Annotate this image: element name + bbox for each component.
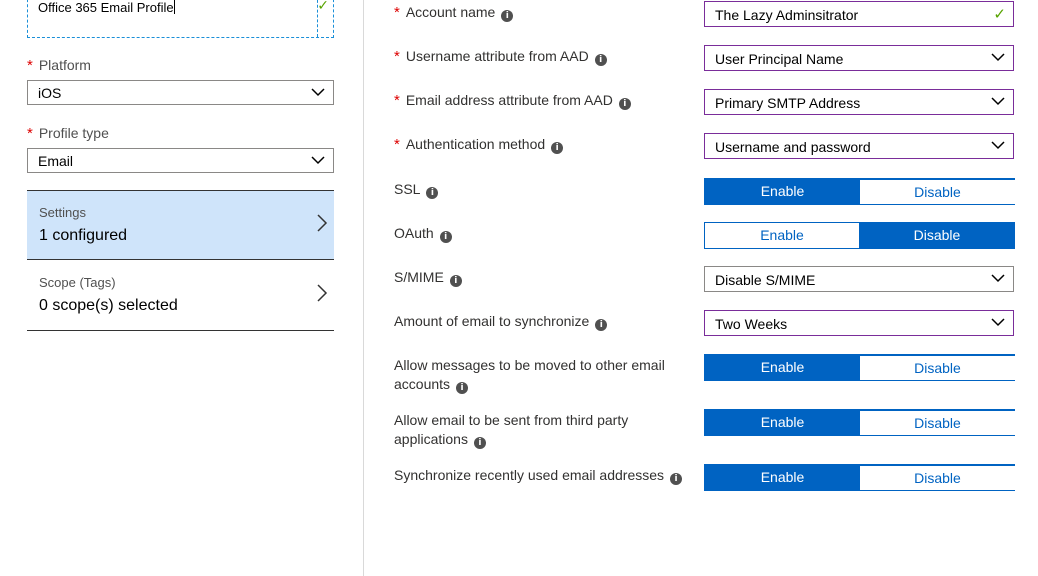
move-messages-label: Allow messages to be moved to other emai…: [394, 357, 665, 394]
smime-label: S/MIME i: [394, 268, 684, 287]
profile-type-select[interactable]: Email: [27, 148, 334, 173]
nav-item-value: 1 configured: [39, 227, 128, 244]
info-icon[interactable]: i: [426, 187, 439, 199]
required-asterisk: *: [27, 125, 33, 142]
username-attribute-value: User Principal Name: [715, 51, 844, 67]
platform-label: * Platform: [27, 57, 91, 74]
smime-select[interactable]: Disable S/MIME: [704, 266, 1014, 292]
email-attribute-select[interactable]: Primary SMTP Address: [704, 89, 1014, 115]
auth-method-value: Username and password: [715, 139, 871, 155]
info-icon[interactable]: i: [618, 98, 631, 110]
oauth-toggle[interactable]: Enable Disable: [704, 222, 1015, 249]
nav-item-value: 0 scope(s) selected: [39, 297, 178, 314]
ssl-enable-option[interactable]: Enable: [705, 179, 860, 204]
chevron-down-icon: [991, 318, 1005, 327]
info-icon[interactable]: i: [551, 142, 564, 154]
info-icon[interactable]: i: [595, 319, 608, 331]
sync-amount-label: Amount of email to synchronize i: [394, 312, 684, 331]
chevron-down-icon: [991, 141, 1005, 150]
profile-blade: Office 365 Email Profile ✓ * Platform iOS…: [0, 0, 364, 576]
chevron-right-icon: [317, 214, 328, 232]
valid-check-icon: ✓: [317, 0, 329, 13]
info-icon[interactable]: i: [456, 382, 469, 394]
auth-method-label: * Authentication method i: [394, 135, 684, 154]
profile-name-input[interactable]: Office 365 Email Profile ✓: [27, 0, 334, 38]
chevron-right-icon: [317, 284, 328, 302]
auth-method-select[interactable]: Username and password: [704, 133, 1014, 159]
ssl-disable-option[interactable]: Disable: [860, 179, 1015, 204]
ssl-label: SSL i: [394, 180, 684, 199]
sync-amount-select[interactable]: Two Weeks: [704, 310, 1014, 336]
account-name-label: * Account name i: [394, 3, 684, 22]
profile-name-value: Office 365 Email Profile: [38, 0, 174, 15]
oauth-enable-option[interactable]: Enable: [705, 223, 860, 248]
chevron-down-icon: [991, 53, 1005, 62]
third-party-label: Allow email to be sent from third party a…: [394, 412, 629, 449]
third-party-disable-option[interactable]: Disable: [860, 410, 1015, 435]
account-name-value: The Lazy Adminsitrator: [715, 7, 859, 23]
third-party-enable-option[interactable]: Enable: [705, 410, 860, 435]
ssl-toggle[interactable]: Enable Disable: [704, 178, 1015, 205]
info-icon[interactable]: i: [449, 275, 462, 287]
nav-item-settings[interactable]: Settings 1 configured: [27, 190, 334, 260]
sync-recent-toggle[interactable]: Enable Disable: [704, 464, 1015, 491]
info-icon[interactable]: i: [670, 473, 683, 485]
account-name-input[interactable]: The Lazy Adminsitrator ✓: [704, 1, 1014, 27]
third-party-toggle[interactable]: Enable Disable: [704, 409, 1015, 436]
nav-item-title: Settings: [39, 205, 86, 220]
move-messages-disable-option[interactable]: Disable: [860, 355, 1015, 380]
info-icon[interactable]: i: [473, 437, 486, 449]
sync-amount-value: Two Weeks: [715, 316, 788, 332]
chevron-down-icon: [991, 274, 1005, 283]
chevron-down-icon: [311, 156, 325, 165]
sync-recent-enable-option[interactable]: Enable: [705, 465, 860, 490]
info-icon[interactable]: i: [594, 54, 607, 66]
sync-recent-label: Synchronize recently used email addresse…: [394, 466, 694, 485]
oauth-label: OAuth i: [394, 224, 684, 243]
info-icon[interactable]: i: [501, 10, 514, 22]
profile-type-value: Email: [38, 153, 74, 169]
username-attribute-select[interactable]: User Principal Name: [704, 45, 1014, 71]
profile-type-label: * Profile type: [27, 125, 109, 142]
platform-select[interactable]: iOS: [27, 80, 334, 105]
username-attribute-label: * Username attribute from AAD i: [394, 47, 684, 66]
email-attribute-value: Primary SMTP Address: [715, 95, 861, 111]
required-asterisk: *: [27, 57, 33, 74]
text-cursor: [173, 0, 175, 14]
email-attribute-label: * Email address attribute from AAD i: [394, 91, 684, 110]
nav-item-scope[interactable]: Scope (Tags) 0 scope(s) selected: [27, 261, 334, 331]
oauth-disable-option[interactable]: Disable: [860, 223, 1014, 248]
chevron-down-icon: [311, 88, 325, 97]
smime-value: Disable S/MIME: [715, 272, 816, 288]
chevron-down-icon: [991, 97, 1005, 106]
move-messages-toggle[interactable]: Enable Disable: [704, 354, 1015, 381]
sync-recent-disable-option[interactable]: Disable: [860, 465, 1015, 490]
move-messages-enable-option[interactable]: Enable: [705, 355, 860, 380]
info-icon[interactable]: i: [439, 231, 452, 243]
nav-item-title: Scope (Tags): [39, 275, 116, 290]
platform-value: iOS: [38, 85, 62, 101]
valid-check-icon: ✓: [993, 6, 1006, 23]
